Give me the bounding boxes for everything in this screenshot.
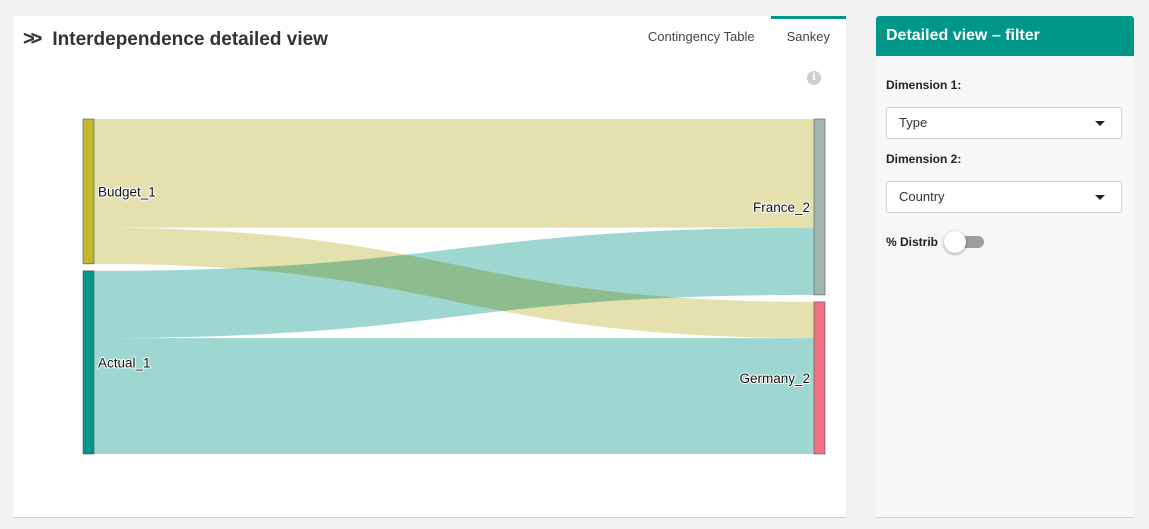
toggle-knob[interactable] <box>944 231 967 253</box>
dimension2-select[interactable]: Country <box>886 181 1122 213</box>
sankey-node-label: Actual_1 <box>98 355 151 370</box>
sankey-node-budget1[interactable] <box>82 118 95 265</box>
sankey-node-germany2[interactable] <box>813 301 826 455</box>
sankey-node-france2[interactable] <box>813 118 826 296</box>
dimension1-label: Dimension 1: <box>886 78 962 92</box>
distrib-toggle-label: % Distrib <box>886 235 939 249</box>
sankey-node-label: Budget_1 <box>98 184 156 199</box>
caret-down-icon <box>1095 121 1105 126</box>
dimension2-label: Dimension 2: <box>886 152 962 166</box>
dimension1-select[interactable]: Type <box>886 107 1122 139</box>
distrib-toggle-row: % Distrib <box>886 231 988 253</box>
sankey-node-actual1[interactable] <box>82 270 95 455</box>
filter-panel-header: Detailed view – filter <box>876 16 1134 56</box>
sankey-node-label: France_2 <box>753 200 810 215</box>
sankey-link-actual1-france2[interactable] <box>93 227 815 339</box>
dimension2-value: Country <box>899 189 945 204</box>
sankey-chart: Budget_1 Actual_1 France_2 Germany_2 <box>82 118 826 455</box>
caret-down-icon <box>1095 195 1105 200</box>
dimension1-value: Type <box>899 115 928 130</box>
main-panel: >> Interdependence detailed view Conting… <box>13 16 846 518</box>
distrib-toggle-switch[interactable] <box>944 231 988 253</box>
sankey-node-label: Germany_2 <box>739 371 810 386</box>
filter-panel: Detailed view – filter Dimension 1: Type… <box>876 16 1134 518</box>
